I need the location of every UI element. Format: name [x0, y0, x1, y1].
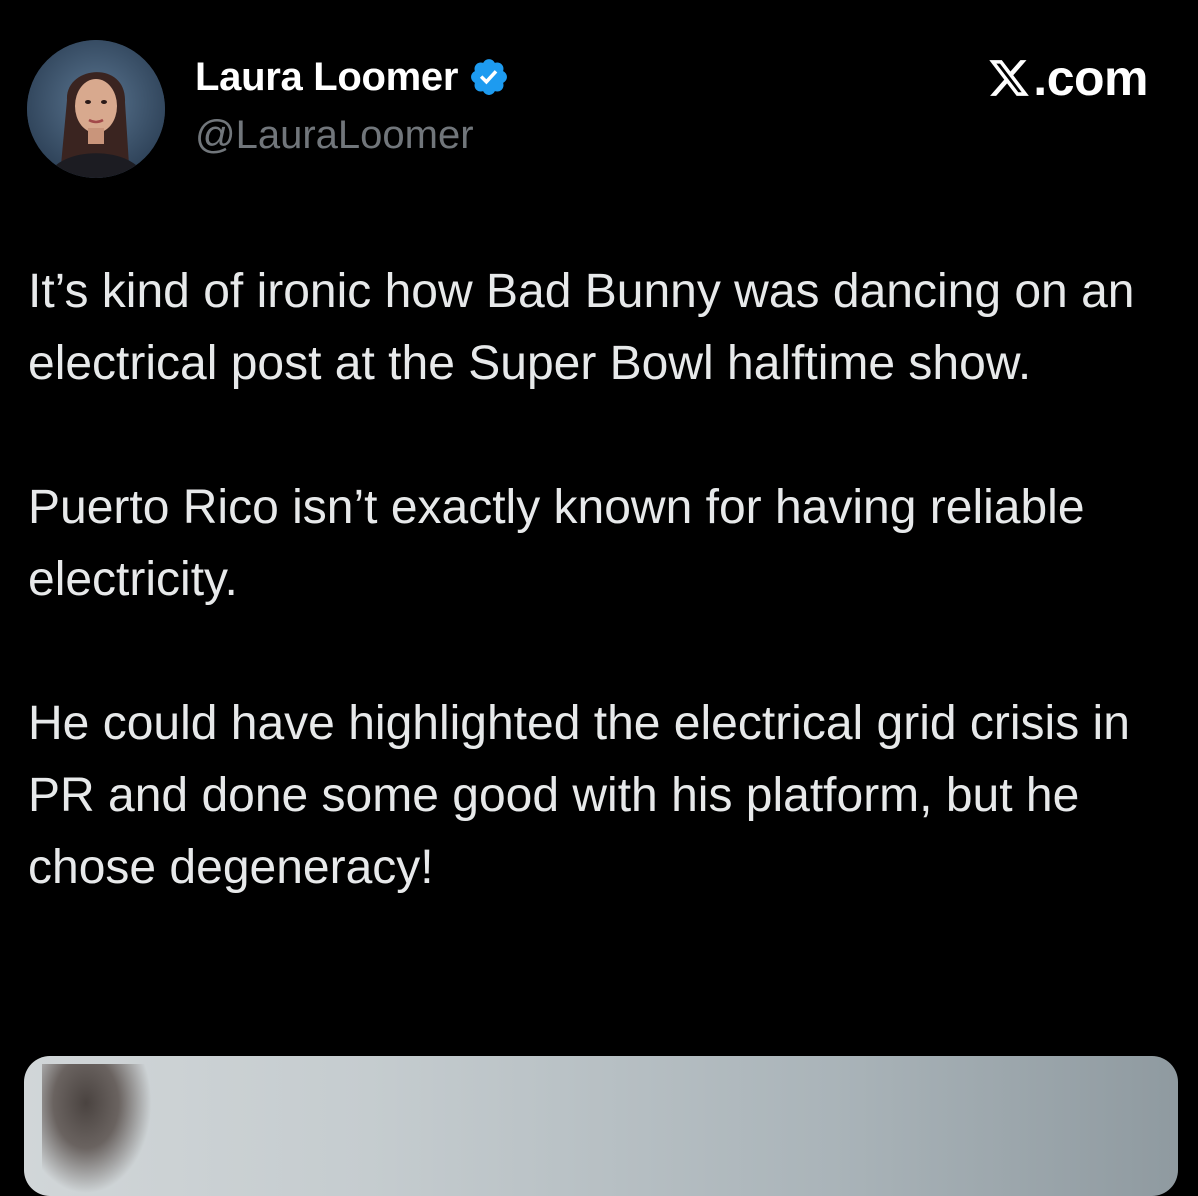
- author-handle[interactable]: @LauraLoomer: [195, 113, 474, 158]
- x-logo-icon: [987, 56, 1031, 100]
- x-com-watermark: .com: [987, 50, 1148, 106]
- author-display-name[interactable]: Laura Loomer: [195, 55, 458, 100]
- tweet-text: It’s kind of ironic how Bad Bunny was da…: [28, 256, 1178, 904]
- avatar-image: [27, 40, 165, 178]
- tweet-paragraph: He could have highlighted the electrical…: [28, 697, 1130, 894]
- tweet-media[interactable]: [24, 1056, 1178, 1196]
- tweet-card: Laura Loomer @LauraLoomer .com It’s kind…: [0, 0, 1198, 1196]
- media-image-content: [42, 1064, 152, 1194]
- tweet-paragraph: Puerto Rico isn’t exactly known for havi…: [28, 481, 1085, 606]
- author-name-row: Laura Loomer: [195, 52, 510, 102]
- avatar[interactable]: [27, 40, 165, 178]
- tweet-paragraph: It’s kind of ironic how Bad Bunny was da…: [28, 265, 1135, 390]
- brand-domain-text: .com: [1033, 50, 1148, 106]
- verified-badge-icon[interactable]: [468, 56, 510, 98]
